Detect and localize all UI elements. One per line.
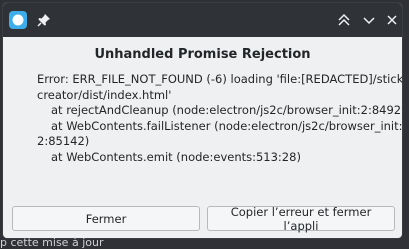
close-icon[interactable] <box>384 12 400 28</box>
title-bar[interactable] <box>3 3 402 37</box>
error-message: Error: ERR_FILE_NOT_FOUND (-6) loading '… <box>37 72 403 165</box>
close-button[interactable]: Fermer <box>12 206 200 231</box>
dialog-content: Unhandled Promise Rejection Error: ERR_F… <box>3 37 403 238</box>
message-line: creator/dist/index.html' <box>37 87 172 102</box>
error-dialog-window: Unhandled Promise Rejection Error: ERR_F… <box>2 2 403 239</box>
dialog-title: Unhandled Promise Rejection <box>94 47 311 62</box>
stack-trace-line: at WebContents.failListener (node:electr… <box>51 118 403 133</box>
background-window-text: p cette mise à jour <box>0 236 104 249</box>
chevron-up-double-icon[interactable] <box>336 12 352 28</box>
chevron-down-icon[interactable] <box>361 12 377 28</box>
stack-trace-line: 2:85142) <box>37 134 90 148</box>
pin-icon[interactable] <box>36 12 52 28</box>
copy-error-and-quit-button[interactable]: Copier l’erreur et fermer l’appli <box>207 205 395 233</box>
message-line: Error: ERR_FILE_NOT_FOUND (-6) loading '… <box>37 72 403 86</box>
stack-trace-line: at rejectAndCleanup (node:electron/js2c/… <box>51 103 403 117</box>
stack-trace-line: at WebContents.emit (node:events:513:28) <box>51 149 301 164</box>
app-circle-icon[interactable] <box>9 11 27 29</box>
